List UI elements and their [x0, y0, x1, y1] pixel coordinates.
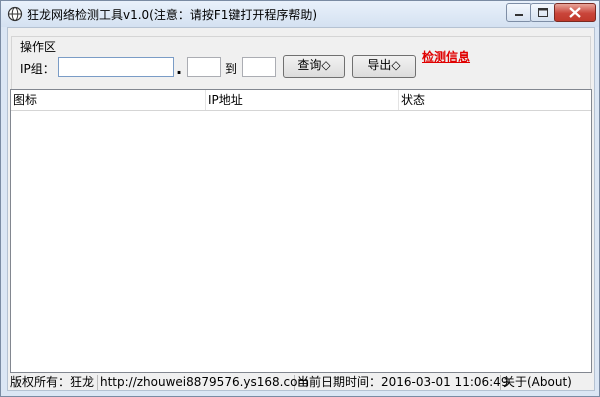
minimize-button[interactable] [506, 3, 532, 22]
to-label: 到 [225, 62, 238, 76]
client-area: 操作区 IP组： . 到 查询◇ 导出◇ 检测信息 图标 IP地址 状态 版权所… [7, 27, 595, 391]
close-button[interactable] [554, 3, 596, 22]
maximize-button[interactable] [530, 3, 556, 22]
list-header: 图标 IP地址 状态 [11, 90, 591, 111]
range-end-input[interactable] [242, 57, 276, 77]
app-window: 狂龙网络检测工具v1.0(注意：请按F1键打开程序帮助) 操作区 IP组： . … [0, 0, 600, 397]
status-copyright: 版权所有：狂龙 [8, 375, 98, 390]
ip-prefix-input[interactable] [58, 57, 174, 77]
operation-group: 操作区 IP组： . 到 查询◇ 导出◇ 检测信息 [11, 36, 591, 94]
close-icon [569, 7, 581, 18]
app-globe-icon[interactable] [7, 6, 23, 22]
column-header-ip[interactable]: IP地址 [206, 90, 399, 110]
minimize-icon [515, 14, 523, 16]
group-label: 操作区 [18, 38, 59, 55]
column-header-icon[interactable]: 图标 [11, 90, 206, 110]
detect-info-link[interactable]: 检测信息 [422, 48, 470, 65]
result-list[interactable]: 图标 IP地址 状态 [10, 89, 592, 373]
column-header-status[interactable]: 状态 [399, 90, 591, 110]
query-button[interactable]: 查询◇ [283, 55, 345, 78]
status-bar: 版权所有：狂龙 http://zhouwei8879576.ys168.com … [8, 375, 594, 390]
range-start-input[interactable] [187, 57, 221, 77]
maximize-icon [538, 8, 548, 17]
window-title: 狂龙网络检测工具v1.0(注意：请按F1键打开程序帮助) [27, 8, 318, 22]
export-button[interactable]: 导出◇ [352, 55, 416, 78]
ip-group-label: IP组： [20, 62, 55, 76]
ip-dot-separator: . [176, 59, 183, 78]
status-url[interactable]: http://zhouwei8879576.ys168.com [98, 375, 309, 390]
status-about[interactable]: 关于(About) [501, 375, 594, 390]
status-datetime: 当前日期时间：2016-03-01 11:06:49 [297, 375, 509, 390]
title-bar[interactable]: 狂龙网络检测工具v1.0(注意：请按F1键打开程序帮助) [1, 1, 599, 27]
